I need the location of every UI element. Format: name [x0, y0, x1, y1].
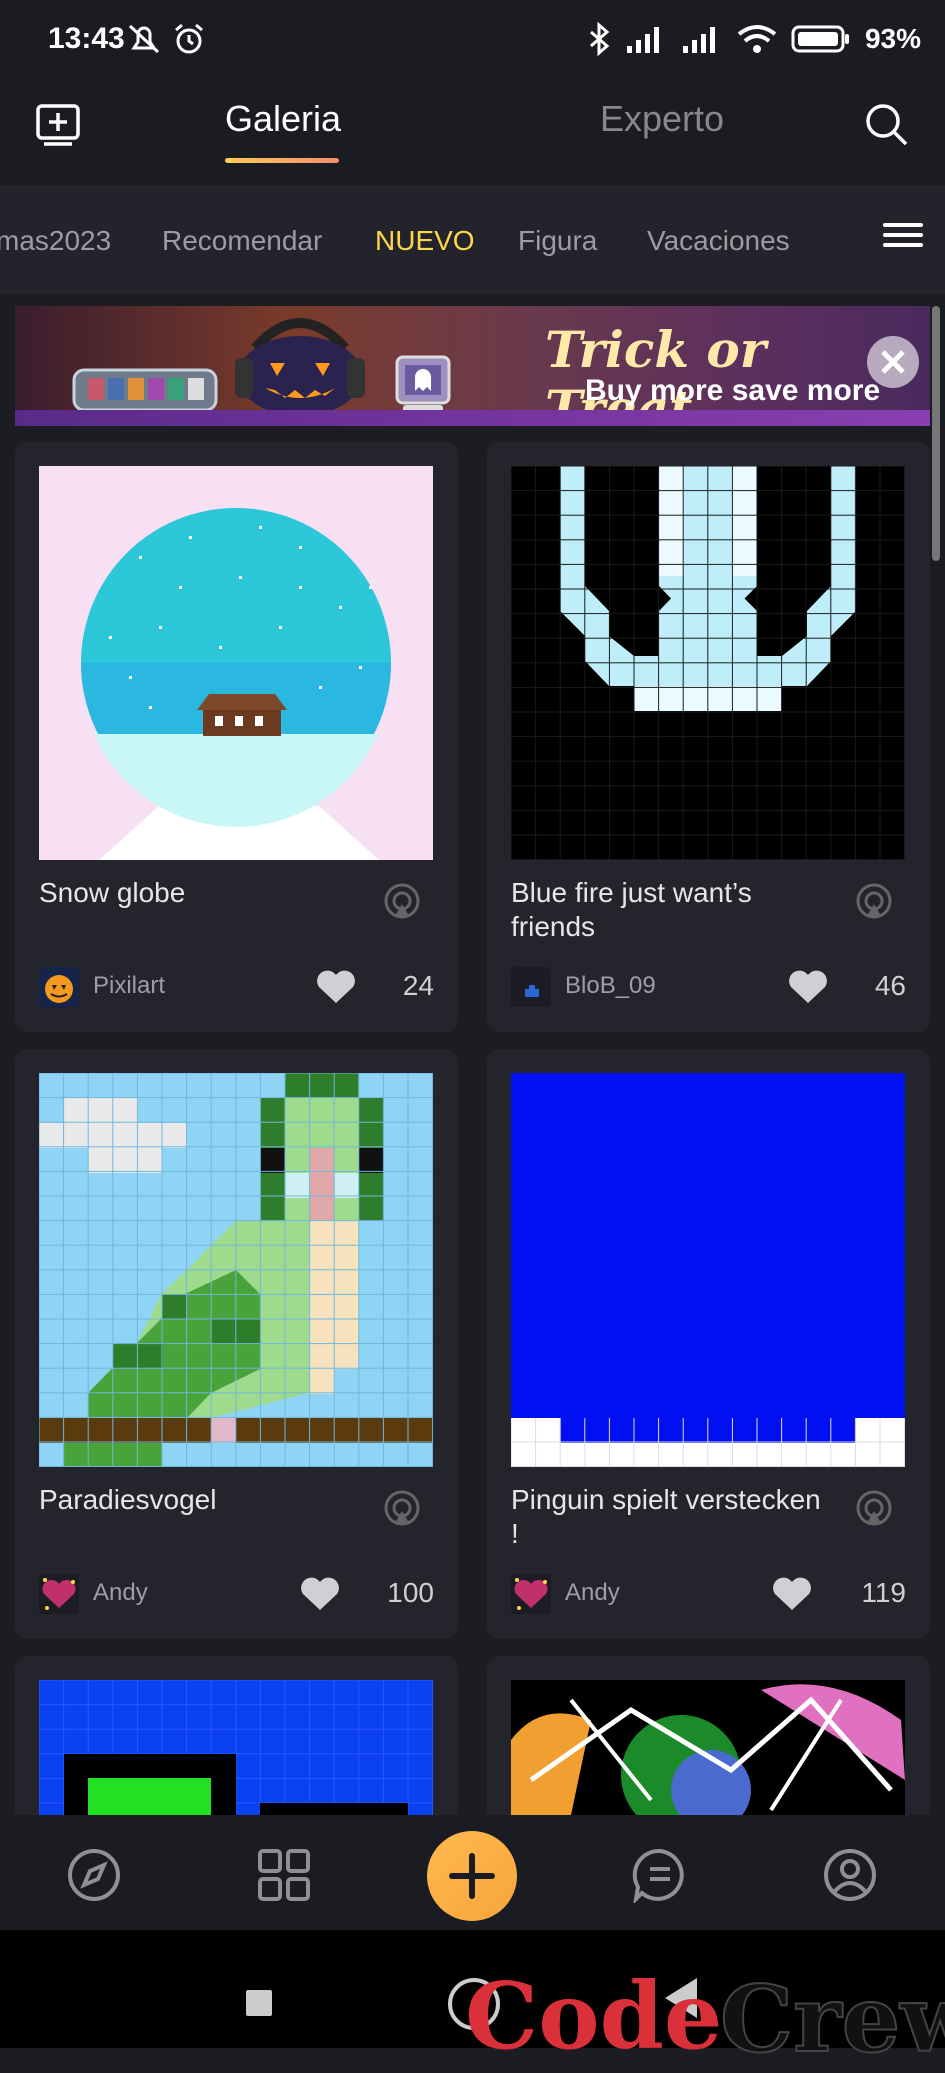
- category-item-active[interactable]: NUEVO: [375, 225, 475, 257]
- artwork-partial-abstract: [511, 1680, 905, 1815]
- tab-gallery[interactable]: Galeria: [225, 98, 341, 140]
- banner-subtitle: Buy more save more: [585, 374, 881, 407]
- promo-banner[interactable]: Trick or Treat Buy more save more: [15, 306, 930, 426]
- tab-underline: [225, 158, 339, 163]
- close-icon: [881, 350, 905, 374]
- artwork-partial-blue: [39, 1680, 433, 1815]
- mute-icon: [128, 24, 160, 54]
- category-item[interactable]: Vacaciones: [647, 225, 790, 257]
- gallery-card[interactable]: Paradiesvogel Andy 100: [15, 1049, 458, 1639]
- plus-icon: [449, 1853, 495, 1899]
- heart-icon[interactable]: [787, 969, 829, 1005]
- status-time: 13:43: [48, 22, 125, 55]
- explore-compass-icon[interactable]: [66, 1847, 122, 1903]
- artwork-blue-fire: [511, 466, 905, 860]
- remix-icon[interactable]: [383, 1489, 421, 1527]
- like-count: 24: [402, 970, 434, 1001]
- category-item[interactable]: Recomendar: [162, 225, 322, 257]
- gallery-card[interactable]: Snow globe Pixilart 24: [15, 442, 458, 1032]
- gallery-card[interactable]: [487, 1656, 930, 1815]
- gallery-card[interactable]: Pinguin spielt verstecken ! Andy 119: [487, 1049, 930, 1639]
- watermark-text: Code: [465, 1962, 723, 2070]
- category-menu-button[interactable]: [883, 217, 923, 257]
- avatar[interactable]: [39, 967, 79, 1007]
- status-icons-left: [126, 22, 206, 56]
- recents-button[interactable]: [246, 1990, 272, 2016]
- card-author[interactable]: Pixilart: [93, 972, 165, 1000]
- pumpkin-avatar-icon: [45, 975, 73, 1003]
- card-title: Paradiesvogel: [39, 1484, 217, 1515]
- signal-icon-2: [682, 27, 715, 53]
- battery-icon: [791, 25, 849, 53]
- like-count: 100: [387, 1577, 434, 1608]
- like-count: 119: [861, 1577, 906, 1608]
- heart-icon[interactable]: [299, 1576, 341, 1612]
- status-right: 93%: [587, 22, 921, 56]
- bottom-nav: [0, 1815, 945, 1930]
- battery-percent: 93%: [864, 23, 921, 54]
- gallery-grid-icon[interactable]: [256, 1847, 312, 1903]
- pumpkin-icon: [235, 318, 365, 416]
- blob-avatar-icon: [525, 985, 539, 997]
- heart-icon[interactable]: [771, 1576, 813, 1612]
- heart-avatar-icon: [42, 1578, 76, 1610]
- card-author[interactable]: Andy: [565, 1579, 620, 1607]
- console-icon: [72, 368, 218, 412]
- avatar[interactable]: [39, 1574, 79, 1614]
- status-bar: 13:43 93%: [0, 0, 945, 80]
- header: Galeria Experto: [0, 80, 945, 185]
- card-title: Blue fire just want’s friends: [511, 877, 752, 942]
- gallery-card[interactable]: [15, 1656, 458, 1815]
- heart-avatar-icon: [514, 1578, 548, 1610]
- card-author[interactable]: BloB_09: [565, 972, 656, 1000]
- signal-icon: [626, 27, 659, 53]
- heart-icon[interactable]: [315, 969, 357, 1005]
- like-count: 46: [874, 970, 906, 1001]
- artwork-snow-globe: [39, 466, 433, 860]
- banner-strip: [15, 410, 930, 426]
- artwork-pinguin: [511, 1073, 905, 1467]
- wifi-icon: [737, 25, 777, 53]
- card-title: Pinguin spielt verstecken !: [511, 1484, 821, 1549]
- create-button[interactable]: [427, 1831, 517, 1921]
- category-bar: mas2023 Recomendar NUEVO Figura Vacacion…: [0, 185, 945, 295]
- alarm-icon: [175, 23, 203, 54]
- card-title: Snow globe: [39, 877, 186, 908]
- new-post-icon[interactable]: [34, 100, 82, 148]
- watermark-text-dark: Crew: [719, 1964, 945, 2073]
- avatar[interactable]: [511, 967, 551, 1007]
- tab-expert[interactable]: Experto: [600, 98, 724, 140]
- scrollbar[interactable]: [932, 306, 940, 561]
- avatar[interactable]: [511, 1574, 551, 1614]
- search-icon[interactable]: [862, 100, 910, 148]
- card-author[interactable]: Andy: [93, 1579, 148, 1607]
- remix-icon[interactable]: [855, 882, 893, 920]
- remix-icon[interactable]: [855, 1489, 893, 1527]
- category-item[interactable]: Figura: [518, 225, 597, 257]
- category-item[interactable]: mas2023: [0, 225, 111, 257]
- gallery-card[interactable]: Blue fire just want’s friends BloB_09 46: [487, 442, 930, 1032]
- artwork-paradiesvogel: [39, 1073, 433, 1467]
- messages-icon[interactable]: [632, 1847, 688, 1903]
- banner-close-button[interactable]: [867, 336, 919, 388]
- bluetooth-icon: [589, 22, 610, 56]
- profile-icon[interactable]: [822, 1847, 878, 1903]
- remix-icon[interactable]: [383, 882, 421, 920]
